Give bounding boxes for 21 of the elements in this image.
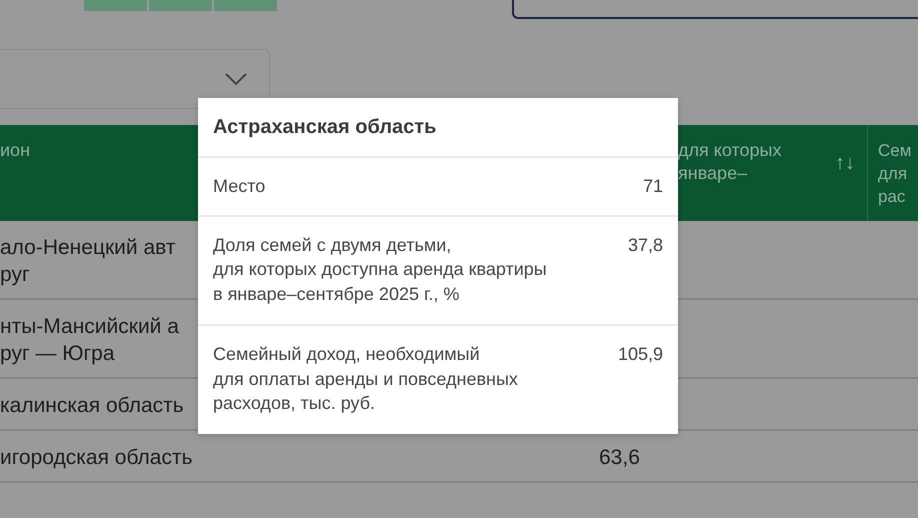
region-cell-text: калинская область — [0, 393, 184, 419]
metric-value: 71 — [642, 175, 663, 198]
region-cell-text: игородская область — [0, 445, 193, 471]
tab[interactable] — [84, 0, 147, 11]
region-cell-text: ало-Ненецкий авт руг — [0, 235, 176, 288]
region-cell-text: нты-Мансийский а руг — Югра — [0, 314, 179, 367]
column-header: для которых январе– — [678, 139, 782, 185]
search-field[interactable] — [512, 0, 918, 19]
chevron-down-icon — [225, 72, 247, 86]
value-cell: 63,6 — [599, 446, 640, 469]
popup-title: Астраханская область — [212, 115, 438, 140]
metric-label: Семейный доход, необходимый для оплаты аренды и повседневных расходов, тыс. руб. — [213, 343, 518, 415]
metric-label: Место — [213, 175, 266, 198]
column-header: Сем для рас — [878, 141, 912, 206]
column-header: ион — [0, 140, 30, 160]
sort-icon[interactable]: ↑↓ — [835, 139, 855, 175]
tab[interactable] — [149, 0, 212, 11]
metric-label: Доля семей с двумя детьми, для которых доступна аренда квартиры в январе–сентябре 2025 г., % — [213, 234, 547, 306]
metric-value: 105,9 — [618, 343, 663, 366]
tab[interactable] — [214, 0, 277, 11]
metric-value: 37,8 — [628, 234, 663, 256]
